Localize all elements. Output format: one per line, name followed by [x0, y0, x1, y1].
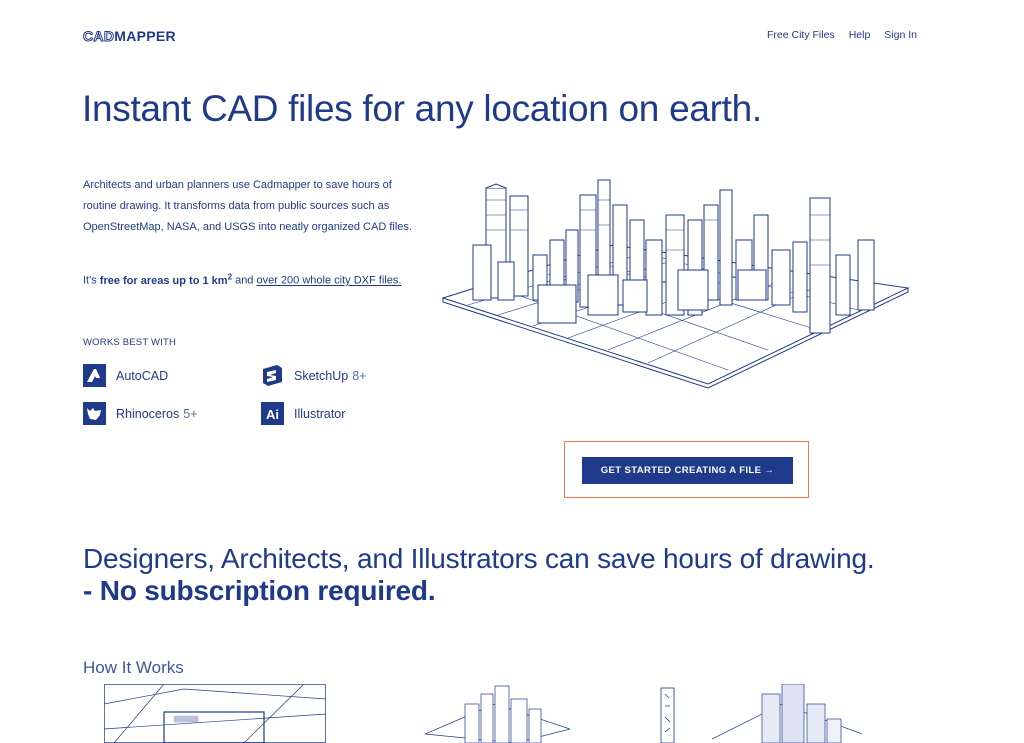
app-rhinoceros: Rhinoceros 5+ [83, 402, 198, 425]
autocad-icon [83, 364, 106, 387]
app-sketchup: SketchUp 8+ [261, 364, 366, 387]
tagline-line2: - No subscription required. [83, 575, 436, 606]
svg-text:Ai: Ai [266, 407, 279, 422]
how-it-works-heading: How It Works [83, 658, 184, 677]
app-name: Rhinoceros [116, 406, 180, 421]
nav-help[interactable]: Help [849, 29, 871, 41]
nav-free-city-files[interactable]: Free City Files [767, 29, 835, 41]
city-files-link[interactable]: over 200 whole city DXF files. [256, 275, 401, 287]
free-areas-note: It's free for areas up to 1 km2 and over… [83, 266, 423, 292]
app-version: 5+ [183, 406, 198, 421]
free-prefix: It's [83, 274, 100, 287]
tool-palette-thumbnail [660, 687, 675, 743]
app-version: 8+ [352, 368, 367, 383]
top-nav: Free City Files Help Sign In [767, 29, 917, 41]
map-selection-thumbnail [104, 684, 326, 743]
app-name: SketchUp [294, 368, 349, 383]
cadmapper-logo[interactable]: CADMAPPER [82, 28, 176, 45]
tagline-line1: Designers, Architects, and Illustrators … [83, 543, 875, 574]
city-3d-illustration [441, 179, 910, 389]
app-illustrator: Ai Illustrator [261, 402, 345, 425]
app-name: Illustrator [294, 406, 346, 421]
works-best-with-label: WORKS BEST WITH [83, 337, 177, 348]
free-area-bold: free for areas up to 1 km2 [99, 272, 233, 287]
app-name: AutoCAD [116, 368, 169, 383]
intro-paragraph: Architects and urban planners use Cadmap… [83, 179, 412, 233]
free-mid: and [232, 274, 257, 287]
rhino-icon [83, 402, 106, 425]
illustrator-icon: Ai [261, 402, 284, 425]
render-thumbnail [712, 684, 862, 743]
hero-title: Instant CAD files for any location on ea… [82, 88, 762, 129]
nav-sign-in[interactable]: Sign In [884, 29, 917, 41]
get-started-button[interactable]: GET STARTED CREATING A FILE → [582, 457, 793, 484]
logo-cad-text: CAD [82, 28, 115, 45]
logo-mapper-text: MAPPER [114, 28, 176, 44]
app-autocad: AutoCAD [83, 364, 168, 387]
sketchup-icon [261, 364, 284, 387]
model-thumbnail [425, 685, 570, 743]
